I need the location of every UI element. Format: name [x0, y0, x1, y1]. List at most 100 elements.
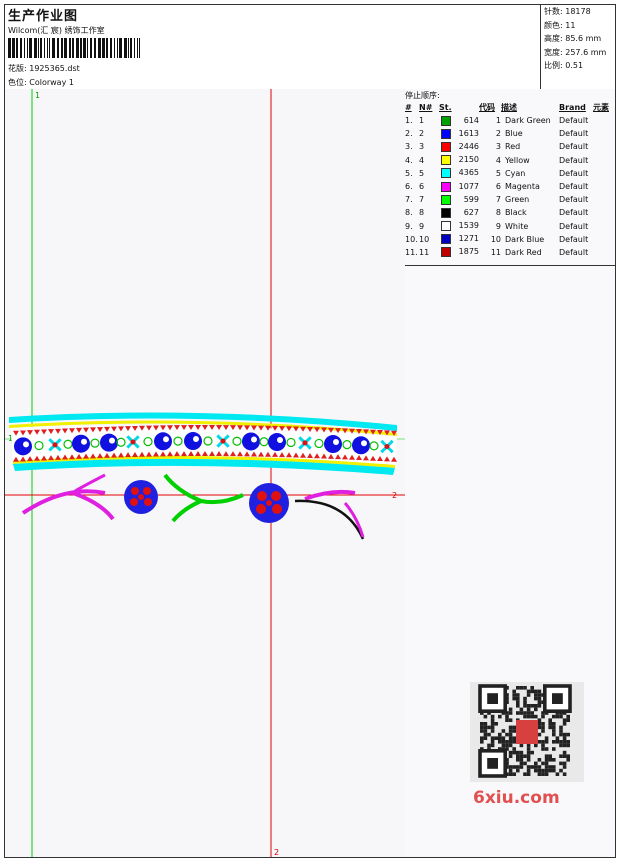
- row-code: 3: [495, 142, 501, 152]
- filename-value: 1925365.dst: [29, 64, 80, 73]
- row-index: 2.: [405, 129, 413, 139]
- color-swatch: [441, 141, 451, 152]
- vine-ornament: [21, 473, 365, 540]
- color-swatch: [441, 247, 451, 258]
- design-preview: 1 1 2 2: [5, 89, 406, 857]
- vine-magenta-top: [74, 473, 106, 493]
- row-element: [593, 114, 615, 127]
- thread-row: 1. 1 614 1 Dark Green Default: [405, 114, 615, 127]
- row-number: 2: [419, 129, 425, 139]
- thread-row: 5. 5 4365 5 Cyan Default: [405, 167, 615, 180]
- row-number: 1: [419, 116, 425, 126]
- row-stitches: 1077: [439, 180, 479, 193]
- marker-red-right: 2: [392, 491, 397, 500]
- row-description: Dark Blue: [505, 234, 545, 244]
- row-number: 11: [419, 247, 430, 257]
- row-index: 4.: [405, 155, 413, 165]
- row-brand: Default: [559, 247, 589, 257]
- color-swatch: [441, 221, 451, 232]
- vine-magenta-right: [343, 502, 365, 538]
- row-description: Cyan: [505, 168, 526, 178]
- qr-code: [470, 682, 584, 782]
- row-index: 3.: [405, 142, 413, 152]
- color-swatch: [441, 207, 451, 218]
- table-divider: [405, 265, 615, 266]
- color-swatch: [441, 181, 451, 192]
- vine-black-right: [294, 499, 365, 540]
- row-code: 11: [490, 247, 501, 257]
- marker-red-bottom: 2: [274, 848, 279, 857]
- row-brand: Default: [559, 208, 589, 218]
- stop-sequence-title: 停止顺序:: [405, 91, 440, 100]
- row-index: 8.: [405, 208, 413, 218]
- thread-row: 9. 9 1539 9 White Default: [405, 220, 615, 233]
- row-stitches: 1539: [439, 220, 479, 233]
- row-brand: Default: [559, 155, 589, 165]
- stat-stitches: 针数: 18178: [544, 7, 591, 16]
- color-swatch: [441, 155, 451, 166]
- row-index: 1.: [405, 116, 413, 126]
- color-swatch: [441, 128, 451, 139]
- row-description: Magenta: [505, 182, 540, 192]
- thread-row: 4. 4 2150 4 Yellow Default: [405, 154, 615, 167]
- row-brand: Default: [559, 221, 589, 231]
- row-description: Blue: [505, 129, 523, 139]
- row-code: 6: [495, 182, 501, 192]
- row-index: 11.: [405, 247, 418, 257]
- col-number: N#: [419, 103, 433, 112]
- row-brand: Default: [559, 116, 589, 126]
- row-number: 5: [419, 168, 425, 178]
- col-code: 代码: [479, 103, 495, 112]
- row-index: 7.: [405, 195, 413, 205]
- row-stitches: 4365: [439, 167, 479, 180]
- row-number: 6: [419, 182, 425, 192]
- embroidery-design: 1 1 2 2: [5, 89, 405, 857]
- row-brand: Default: [559, 129, 589, 139]
- row-brand: Default: [559, 234, 589, 244]
- row-description: Dark Green: [505, 116, 551, 126]
- filename-label: 花版:: [8, 64, 27, 73]
- col-index: #: [405, 103, 412, 112]
- row-number: 10: [419, 234, 430, 244]
- vine-green: [163, 473, 244, 505]
- flower-right: [249, 483, 289, 523]
- row-index: 5.: [405, 168, 413, 178]
- stat-height: 高度: 85.6 mm: [544, 34, 602, 44]
- thread-row: 6. 6 1077 6 Magenta Default: [405, 180, 615, 193]
- vine-magenta-left-curl: [72, 491, 115, 521]
- thread-row: 11. 11 1875 11 Dark Red Default: [405, 246, 615, 259]
- thread-row: 2. 2 1613 2 Blue Default: [405, 127, 615, 140]
- row-description: Green: [505, 195, 530, 205]
- row-code: 5: [495, 168, 501, 178]
- row-number: 9: [419, 221, 425, 231]
- row-description: Yellow: [505, 155, 530, 165]
- row-stitches: 2150: [439, 154, 479, 167]
- thread-table: # N# St. 代码 描述 Brand 元素 1. 1 614 1 Dark Gree…: [405, 101, 615, 259]
- row-number: 8: [419, 208, 425, 218]
- thread-table-header: # N# St. 代码 描述 Brand 元素: [405, 101, 615, 114]
- row-code: 8: [495, 208, 501, 218]
- vine-green-curl: [171, 499, 202, 523]
- company-name: Wilcom(汇 宸) 绣饰工作室: [8, 26, 105, 35]
- stat-width: 宽度: 257.6 mm: [544, 47, 607, 57]
- row-code: 1: [495, 116, 501, 126]
- row-element: [593, 233, 615, 246]
- thread-row: 10. 10 1271 10 Dark Blue Default: [405, 233, 615, 246]
- stat-scale: 比例: 0.51: [544, 61, 584, 71]
- thread-row: 7. 7 599 7 Green Default: [405, 193, 615, 206]
- stat-colors: 颜色: 11: [544, 20, 576, 30]
- border-band: [9, 412, 397, 475]
- row-brand: Default: [559, 182, 589, 192]
- row-element: [593, 167, 615, 180]
- row-index: 10.: [405, 234, 418, 244]
- row-element: [593, 246, 615, 259]
- row-description: White: [505, 221, 529, 231]
- row-stitches: 1271: [439, 233, 479, 246]
- row-code: 2: [495, 129, 501, 139]
- row-element: [593, 206, 615, 219]
- col-stitches: St.: [439, 103, 452, 112]
- row-element: [593, 127, 615, 140]
- row-index: 6.: [405, 182, 413, 192]
- colorway-value: Colorway 1: [29, 78, 74, 87]
- row-number: 3: [419, 142, 425, 152]
